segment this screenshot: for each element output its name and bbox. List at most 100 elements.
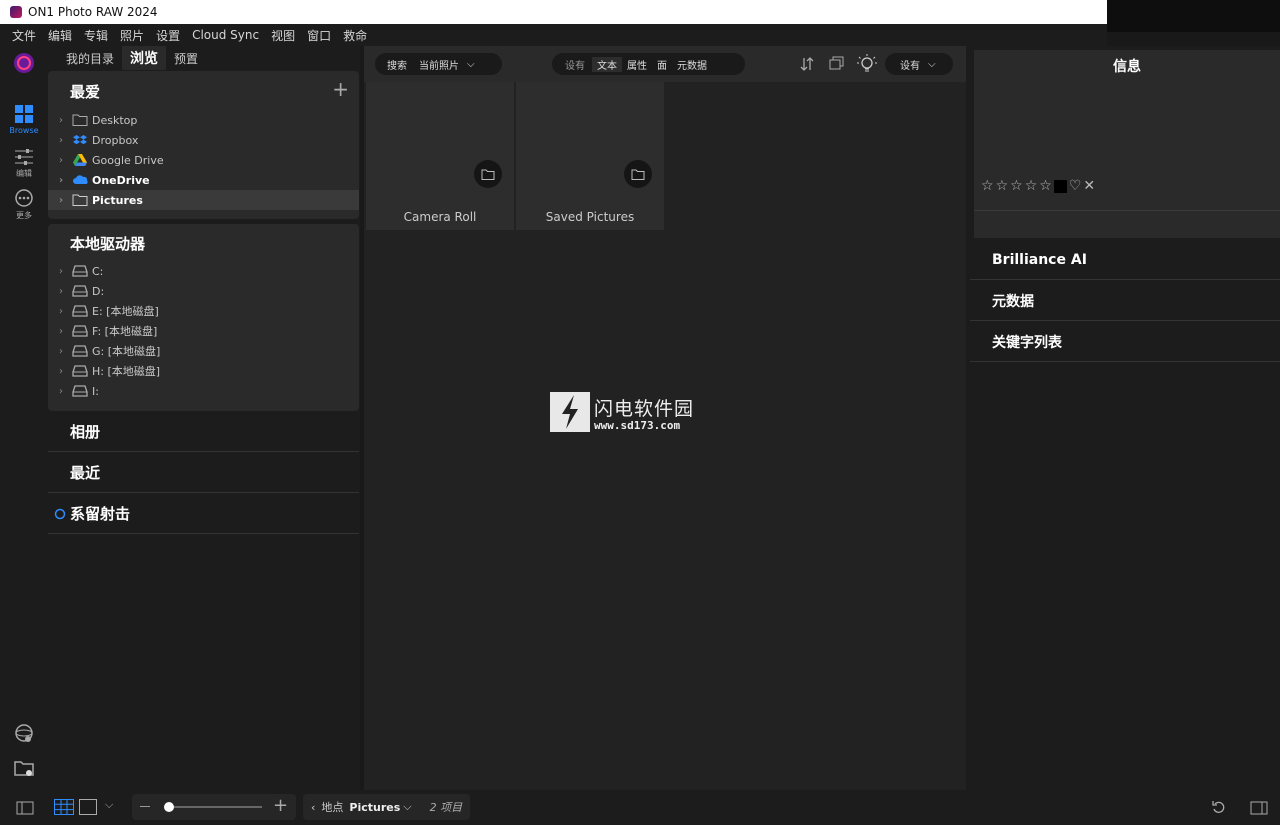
chevron-right-icon[interactable]: › <box>48 175 70 186</box>
chevron-right-icon[interactable]: › <box>48 115 70 126</box>
lightbulb-icon[interactable] <box>856 53 878 79</box>
favorite-item-pictures[interactable]: › Pictures <box>48 190 359 210</box>
sort-icon[interactable] <box>800 56 814 75</box>
favorite-folder-button[interactable] <box>0 758 48 780</box>
menu-cloud-sync[interactable]: Cloud Sync <box>186 28 265 42</box>
drive-item[interactable]: › F: [本地磁盘] <box>48 321 359 341</box>
chevron-right-icon[interactable]: › <box>48 155 70 166</box>
folder-icon[interactable] <box>474 160 502 188</box>
chevron-right-icon[interactable]: › <box>48 195 70 206</box>
folder-icon[interactable] <box>624 160 652 188</box>
app-icon <box>10 6 22 18</box>
filter-attributes[interactable]: 属性 <box>622 57 652 72</box>
slider-track[interactable] <box>167 806 262 808</box>
folder-thumbnail[interactable]: Camera Roll <box>366 82 514 230</box>
chevron-right-icon[interactable]: › <box>48 286 70 297</box>
toggle-right-panel-icon[interactable] <box>1250 800 1268 819</box>
filter-faces[interactable]: 面 <box>652 57 672 72</box>
zoom-out-icon[interactable] <box>140 806 150 807</box>
drive-item[interactable]: › I: <box>48 381 359 401</box>
stack-icon[interactable] <box>829 55 845 75</box>
chevron-right-icon[interactable]: › <box>48 366 70 377</box>
more-module-button[interactable]: 更多 <box>0 188 48 221</box>
chevron-right-icon[interactable]: › <box>48 306 70 317</box>
grid-view-icon[interactable] <box>54 799 74 819</box>
tab-presets[interactable]: 预置 <box>166 46 206 70</box>
drive-item[interactable]: › C: <box>48 261 359 281</box>
brilliance-ai-section[interactable]: Brilliance AI <box>970 240 1280 280</box>
chevron-down-icon[interactable]: ⌵ <box>403 800 411 814</box>
filter-none[interactable]: 设有 <box>558 57 592 72</box>
globe-icon <box>15 724 33 742</box>
folder-thumbnail[interactable]: Saved Pictures <box>516 82 664 230</box>
favorites-section: 最爱 + › Desktop › Dropbox › Google Drive … <box>48 71 359 219</box>
tab-browse[interactable]: 浏览 <box>122 46 167 70</box>
filter-text[interactable]: 文本 <box>592 56 622 72</box>
toggle-left-panel-icon[interactable] <box>16 800 34 819</box>
chevron-right-icon[interactable]: › <box>48 386 70 397</box>
undo-icon[interactable] <box>1212 799 1226 818</box>
star-icon[interactable]: ☆ <box>1010 178 1023 194</box>
status-circle-icon <box>54 508 66 519</box>
browse-module-button[interactable]: Browse <box>0 104 48 135</box>
dropbox-icon <box>73 135 87 145</box>
hard-drive-icon <box>72 325 88 337</box>
menu-window[interactable]: 窗口 <box>301 27 337 44</box>
menu-help[interactable]: 救命 <box>337 27 373 44</box>
menu-edit[interactable]: 编辑 <box>42 27 78 44</box>
grid-icon <box>15 105 33 123</box>
menu-settings[interactable]: 设置 <box>150 27 186 44</box>
folder-icon <box>72 194 88 206</box>
chevron-down-icon: ⌵ <box>467 58 475 70</box>
add-favorite-icon[interactable]: + <box>332 77 349 101</box>
star-icon[interactable]: ☆ <box>981 178 994 194</box>
heart-icon[interactable]: ♡ <box>1069 178 1082 194</box>
drive-item[interactable]: › G: [本地磁盘] <box>48 341 359 361</box>
star-icon[interactable]: ☆ <box>1025 178 1038 194</box>
zoom-in-icon[interactable]: + <box>273 797 288 815</box>
filter-metadata[interactable]: 元数据 <box>672 57 712 72</box>
location-dropdown[interactable]: Pictures <box>349 801 400 814</box>
reject-x-icon[interactable]: ✕ <box>1083 178 1095 194</box>
menu-view[interactable]: 视图 <box>265 27 301 44</box>
tab-catalog[interactable]: 我的目录 <box>58 46 122 70</box>
tethered-shooting-section[interactable]: 系留射击 <box>48 494 359 534</box>
settings-dropdown[interactable]: 设有 ⌵ <box>885 53 953 75</box>
menu-file[interactable]: 文件 <box>6 27 42 44</box>
bottom-bar: ⌵ + ‹ 地点 Pictures ⌵ 2 项目 <box>0 790 1280 825</box>
keyword-list-section[interactable]: 关键字列表 <box>970 322 1280 362</box>
thumbnail-size-slider[interactable]: + <box>132 794 296 820</box>
slider-handle[interactable] <box>164 802 174 812</box>
search-scope-dropdown[interactable]: 搜索 当前照片 ⌵ <box>375 53 502 75</box>
edit-module-button[interactable]: 编辑 <box>0 148 48 179</box>
filter-bar: 设有 文本 属性 面 元数据 <box>552 53 745 75</box>
favorite-item-google-drive[interactable]: › Google Drive <box>48 150 359 170</box>
detail-view-icon[interactable] <box>79 799 97 819</box>
hard-drive-icon <box>72 265 88 277</box>
chevron-right-icon[interactable]: › <box>48 135 70 146</box>
star-icon[interactable]: ☆ <box>1039 178 1052 194</box>
menu-photo[interactable]: 照片 <box>114 27 150 44</box>
chevron-right-icon[interactable]: › <box>48 326 70 337</box>
favorite-item-dropbox[interactable]: › Dropbox <box>48 130 359 150</box>
color-label-swatch[interactable] <box>1053 179 1067 193</box>
sync-globe-button[interactable] <box>0 722 48 746</box>
recent-section[interactable]: 最近 <box>48 453 359 493</box>
right-panel: 信息 ☆ ☆ ☆ ☆ ☆ ♡ ✕ Brilliance AI 元数据 关键字列表 <box>966 46 1280 790</box>
hard-drive-icon <box>72 365 88 377</box>
menu-album[interactable]: 专辑 <box>78 27 114 44</box>
drive-item[interactable]: › H: [本地磁盘] <box>48 361 359 381</box>
favorite-item-desktop[interactable]: › Desktop <box>48 110 359 130</box>
drive-item[interactable]: › E: [本地磁盘] <box>48 301 359 321</box>
albums-section[interactable]: 相册 <box>48 412 359 452</box>
onedrive-icon <box>73 175 88 184</box>
drive-item[interactable]: › D: <box>48 281 359 301</box>
info-title: 信息 <box>1113 59 1141 75</box>
favorite-item-onedrive[interactable]: › OneDrive <box>48 170 359 190</box>
chevron-right-icon[interactable]: › <box>48 266 70 277</box>
chevron-right-icon[interactable]: › <box>48 346 70 357</box>
chevron-left-icon[interactable]: ‹ <box>311 801 315 814</box>
metadata-section[interactable]: 元数据 <box>970 281 1280 321</box>
chevron-down-icon[interactable]: ⌵ <box>105 798 113 812</box>
star-icon[interactable]: ☆ <box>996 178 1009 194</box>
